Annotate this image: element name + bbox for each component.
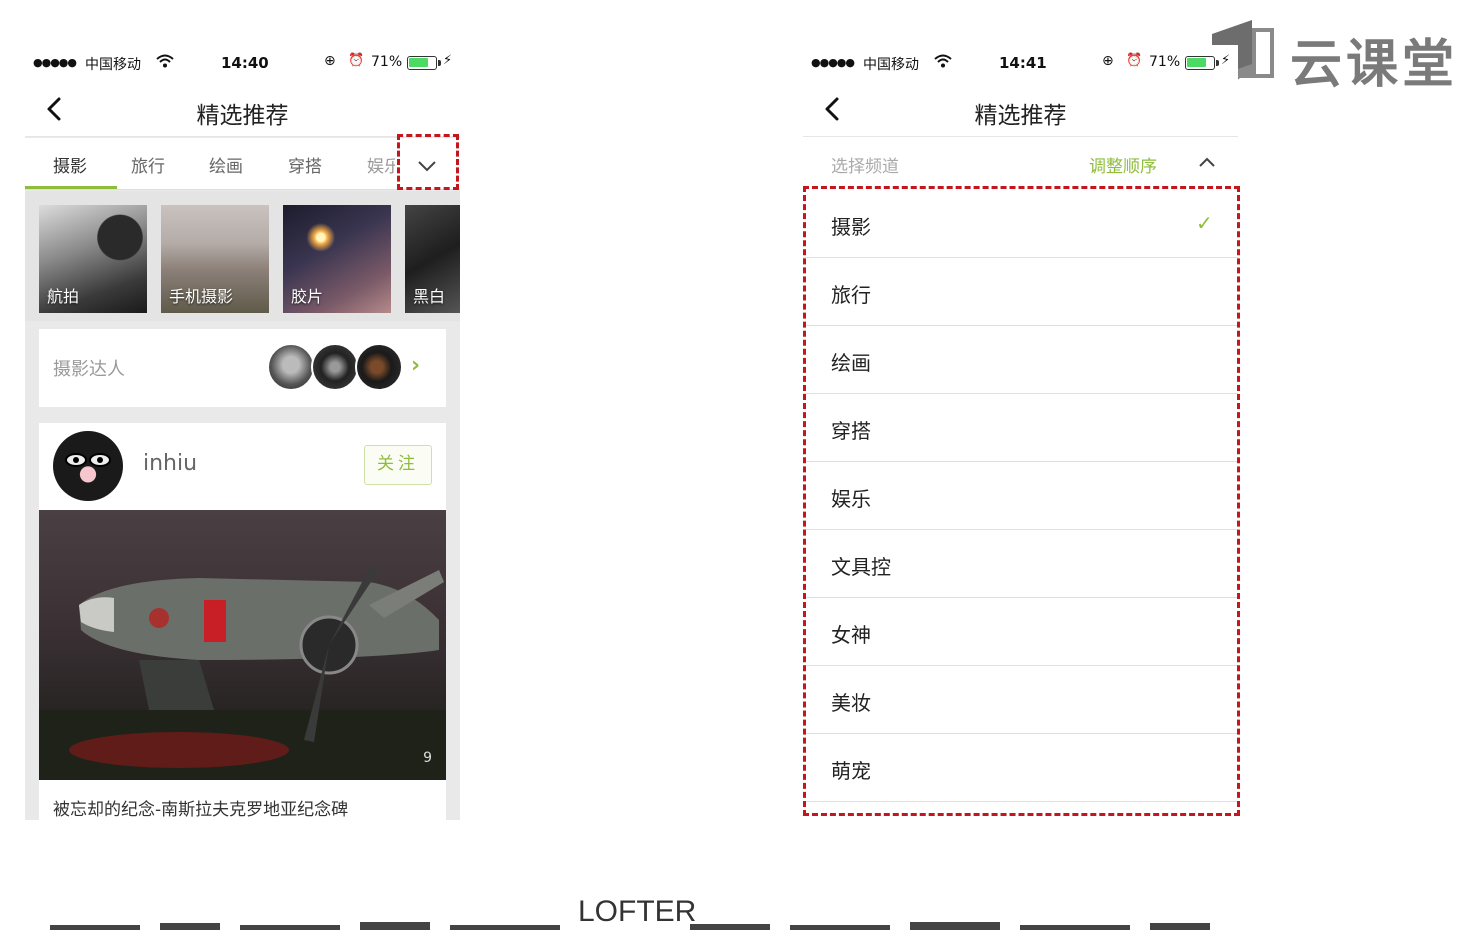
channel-list-highlight <box>803 186 1240 816</box>
post-caption[interactable]: 被忘却的纪念-南斯拉夫克罗地亚纪念碑 <box>53 795 348 820</box>
category-label: 黑白 <box>413 287 446 306</box>
avatar <box>267 343 315 391</box>
category-label: 手机摄影 <box>169 287 234 306</box>
status-bar: ●●●●● 中国移动 14:40 ⊕ ⏰ 71% ⚡ <box>25 45 460 83</box>
orientation-lock-icon: ⊕ <box>1102 53 1114 69</box>
tab-painting[interactable]: 绘画 <box>209 152 243 177</box>
reorder-button[interactable]: 调整顺序 <box>1089 152 1157 177</box>
category-label: 胶片 <box>291 287 324 306</box>
brand-watermark: 云课堂 <box>1290 35 1459 95</box>
experts-label: 摄影达人 <box>53 359 125 380</box>
category-label: 航拍 <box>47 287 80 306</box>
clock: 14:40 <box>221 54 269 72</box>
battery-percent: 71% <box>371 54 403 70</box>
post-photo[interactable]: 9 <box>39 510 446 780</box>
tab-photography[interactable]: 摄影 <box>53 152 87 177</box>
clock: 14:41 <box>999 54 1047 72</box>
battery-percent: 71% <box>1149 54 1181 70</box>
orientation-lock-icon: ⊕ <box>324 53 336 69</box>
subtitle-strip <box>50 918 1220 930</box>
post-username[interactable]: inhiu <box>143 451 197 476</box>
charging-bolt-icon: ⚡ <box>443 53 453 68</box>
channel-tabs: 摄影 旅行 绘画 穿搭 娱乐 <box>25 138 460 190</box>
left-phone-screen: ●●●●● 中国移动 14:40 ⊕ ⏰ 71% ⚡ 精选推荐 摄影 旅行 绘画… <box>25 45 460 820</box>
category-card[interactable]: 航拍 <box>39 205 147 313</box>
airplane-image <box>39 565 446 780</box>
battery-icon <box>1185 56 1219 70</box>
chevron-up-icon[interactable] <box>1196 152 1218 172</box>
tab-expand-highlight <box>397 134 459 190</box>
page-title: 精选推荐 <box>974 103 1067 129</box>
alarm-icon: ⏰ <box>1126 53 1143 68</box>
select-channel-label: 选择频道 <box>831 157 899 177</box>
avatar <box>311 343 359 391</box>
tab-entertainment[interactable]: 娱乐 <box>367 152 395 177</box>
experts-row[interactable]: 摄影达人 › <box>39 329 446 407</box>
carrier-label: 中国移动 <box>85 57 141 73</box>
category-card[interactable]: 黑白 <box>405 205 460 313</box>
battery-icon <box>407 56 441 70</box>
nav-bar: 精选推荐 <box>25 83 460 137</box>
tab-outfit[interactable]: 穿搭 <box>288 152 322 177</box>
photo-count: 9 <box>423 750 432 766</box>
alarm-icon: ⏰ <box>348 53 365 68</box>
avatar[interactable] <box>53 431 123 501</box>
channel-picker-header: 选择频道 调整顺序 <box>803 138 1238 188</box>
nav-bar: 精选推荐 <box>803 83 1238 137</box>
follow-button[interactable]: 关注 <box>364 445 432 485</box>
page-title: 精选推荐 <box>196 103 289 129</box>
wifi-icon <box>156 54 174 72</box>
tab-travel[interactable]: 旅行 <box>131 152 165 177</box>
screen: 云课堂 ●●●●● 中国移动 14:40 ⊕ ⏰ 71% ⚡ 精选推荐 摄影 旅… <box>0 0 1462 930</box>
wifi-icon <box>934 54 952 72</box>
category-card[interactable]: 胶片 <box>283 205 391 313</box>
chevron-right-icon[interactable]: › <box>411 353 420 378</box>
avatar <box>355 343 403 391</box>
charging-bolt-icon: ⚡ <box>1221 53 1231 68</box>
expert-avatars <box>267 343 407 393</box>
status-bar: ●●●●● 中国移动 14:41 ⊕ ⏰ 71% ⚡ <box>803 45 1238 83</box>
category-card[interactable]: 手机摄影 <box>161 205 269 313</box>
signal-dots-icon: ●●●●● <box>811 56 855 69</box>
carrier-label: 中国移动 <box>863 57 919 73</box>
post-card: inhiu 关注 9 被忘却的纪念-南斯拉夫克罗地亚纪念碑 <box>39 423 446 820</box>
signal-dots-icon: ●●●●● <box>33 56 77 69</box>
category-strip: 航拍 手机摄影 胶片 黑白 <box>25 191 460 321</box>
active-tab-indicator <box>25 186 117 189</box>
